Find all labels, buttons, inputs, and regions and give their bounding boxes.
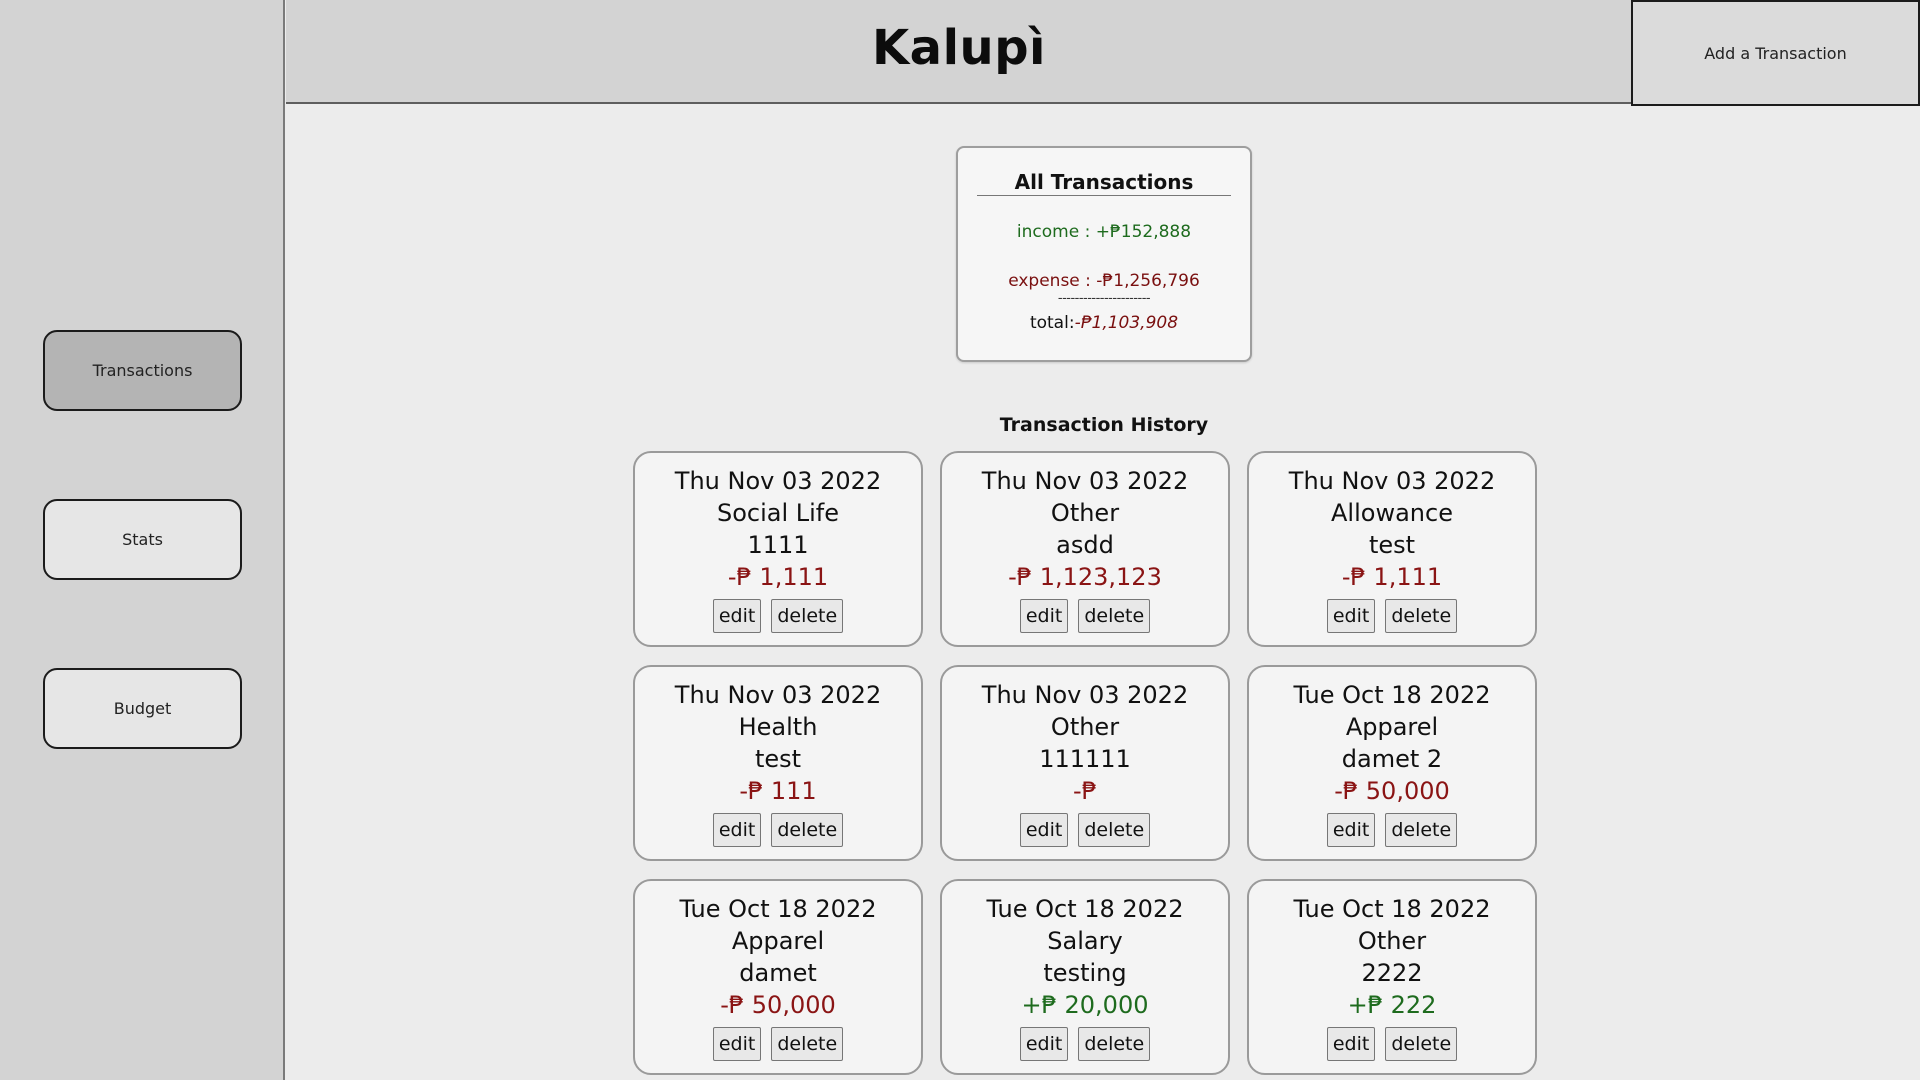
transaction-category: Social Life (716, 499, 840, 527)
transaction-note: 2222 (1361, 959, 1423, 987)
delete-button[interactable]: delete (1078, 813, 1151, 847)
transaction-category: Other (1050, 713, 1120, 741)
header: Kalupì Add a Transaction (286, 0, 1920, 106)
delete-button[interactable]: delete (1078, 599, 1151, 633)
transaction-amount: -₱ 50,000 (1334, 777, 1450, 805)
transaction-date: Thu Nov 03 2022 (1288, 467, 1496, 495)
transactions-summary-card: All Transactions income : +₱152,888 expe… (956, 146, 1252, 362)
transaction-date: Tue Oct 18 2022 (679, 895, 877, 923)
transaction-category: Other (1050, 499, 1120, 527)
transaction-note: test (1368, 531, 1416, 559)
transaction-card: Thu Nov 03 2022 Social Life 1111 -₱ 1,11… (633, 451, 923, 647)
transaction-note: 1111 (747, 531, 809, 559)
total-label: total: (1029, 313, 1075, 333)
summary-divider: ---------------------- (1057, 291, 1151, 306)
expense-total: expense : -₱1,256,796 (1008, 271, 1200, 291)
transaction-date: Thu Nov 03 2022 (674, 681, 882, 709)
summary-title: All Transactions (977, 170, 1231, 196)
transaction-amount: -₱ 1,111 (1341, 563, 1443, 591)
delete-button[interactable]: delete (1078, 1027, 1151, 1061)
transaction-category: Other (1357, 927, 1427, 955)
transaction-note: damet 2 (1341, 745, 1443, 773)
transaction-date: Thu Nov 03 2022 (981, 467, 1189, 495)
transaction-note: damet (739, 959, 817, 987)
transaction-card: Tue Oct 18 2022 Apparel damet 2 -₱ 50,00… (1247, 665, 1537, 861)
transaction-card: Thu Nov 03 2022 Other 111111 -₱ edit dele… (940, 665, 1230, 861)
total-line: total:-₱1,103,908 (958, 313, 1250, 333)
app-title: Kalupì (871, 20, 1047, 76)
transaction-card: Tue Oct 18 2022 Apparel damet -₱ 50,000 … (633, 879, 923, 1075)
transaction-date: Thu Nov 03 2022 (981, 681, 1189, 709)
transaction-card: Tue Oct 18 2022 Salary testing +₱ 20,000… (940, 879, 1230, 1075)
edit-button[interactable]: edit (1326, 599, 1376, 633)
transaction-date: Tue Oct 18 2022 (986, 895, 1184, 923)
transaction-date: Tue Oct 18 2022 (1293, 895, 1491, 923)
transaction-category: Apparel (731, 927, 825, 955)
sidebar-item-budget[interactable]: Budget (43, 668, 242, 749)
delete-button[interactable]: delete (771, 813, 844, 847)
delete-button[interactable]: delete (1385, 813, 1458, 847)
delete-button[interactable]: delete (1385, 1027, 1458, 1061)
delete-button[interactable]: delete (1385, 599, 1458, 633)
edit-button[interactable]: edit (712, 1027, 762, 1061)
transaction-note: asdd (1056, 531, 1114, 559)
delete-button[interactable]: delete (771, 1027, 844, 1061)
income-total: income : +₱152,888 (1016, 222, 1192, 242)
transaction-amount: -₱ 1,123,123 (1008, 563, 1162, 591)
transaction-amount: -₱ 111 (739, 777, 817, 805)
transaction-amount: +₱ 222 (1347, 991, 1437, 1019)
transaction-date: Thu Nov 03 2022 (674, 467, 882, 495)
edit-button[interactable]: edit (1019, 599, 1069, 633)
transaction-amount: -₱ (1073, 777, 1097, 805)
transaction-note: testing (1043, 959, 1127, 987)
total-value: -₱1,103,908 (1074, 313, 1179, 333)
transaction-note: 111111 (1039, 745, 1131, 773)
transaction-amount: -₱ 1,111 (727, 563, 829, 591)
transaction-card: Thu Nov 03 2022 Other asdd -₱ 1,123,123 … (940, 451, 1230, 647)
transaction-amount: +₱ 20,000 (1021, 991, 1149, 1019)
add-transaction-button[interactable]: Add a Transaction (1631, 0, 1920, 106)
edit-button[interactable]: edit (1326, 1027, 1376, 1061)
edit-button[interactable]: edit (712, 599, 762, 633)
edit-button[interactable]: edit (1019, 1027, 1069, 1061)
transaction-card: Tue Oct 18 2022 Other 2222 +₱ 222 edit de… (1247, 879, 1537, 1075)
transaction-date: Tue Oct 18 2022 (1293, 681, 1491, 709)
transaction-category: Health (738, 713, 818, 741)
transaction-note: test (754, 745, 802, 773)
transaction-amount: -₱ 50,000 (720, 991, 836, 1019)
transaction-category: Apparel (1345, 713, 1439, 741)
sidebar-item-transactions[interactable]: Transactions (43, 330, 242, 411)
edit-button[interactable]: edit (1019, 813, 1069, 847)
edit-button[interactable]: edit (1326, 813, 1376, 847)
transaction-card: Thu Nov 03 2022 Health test -₱ 111 edit d… (633, 665, 923, 861)
sidebar: Transactions Stats Budget (0, 0, 285, 1080)
transaction-category: Allowance (1331, 499, 1453, 527)
transaction-category: Salary (1047, 927, 1123, 955)
edit-button[interactable]: edit (712, 813, 762, 847)
delete-button[interactable]: delete (771, 599, 844, 633)
history-title: Transaction History (999, 414, 1209, 436)
transaction-card: Thu Nov 03 2022 Allowance test -₱ 1,111 … (1247, 451, 1537, 647)
sidebar-item-stats[interactable]: Stats (43, 499, 242, 580)
